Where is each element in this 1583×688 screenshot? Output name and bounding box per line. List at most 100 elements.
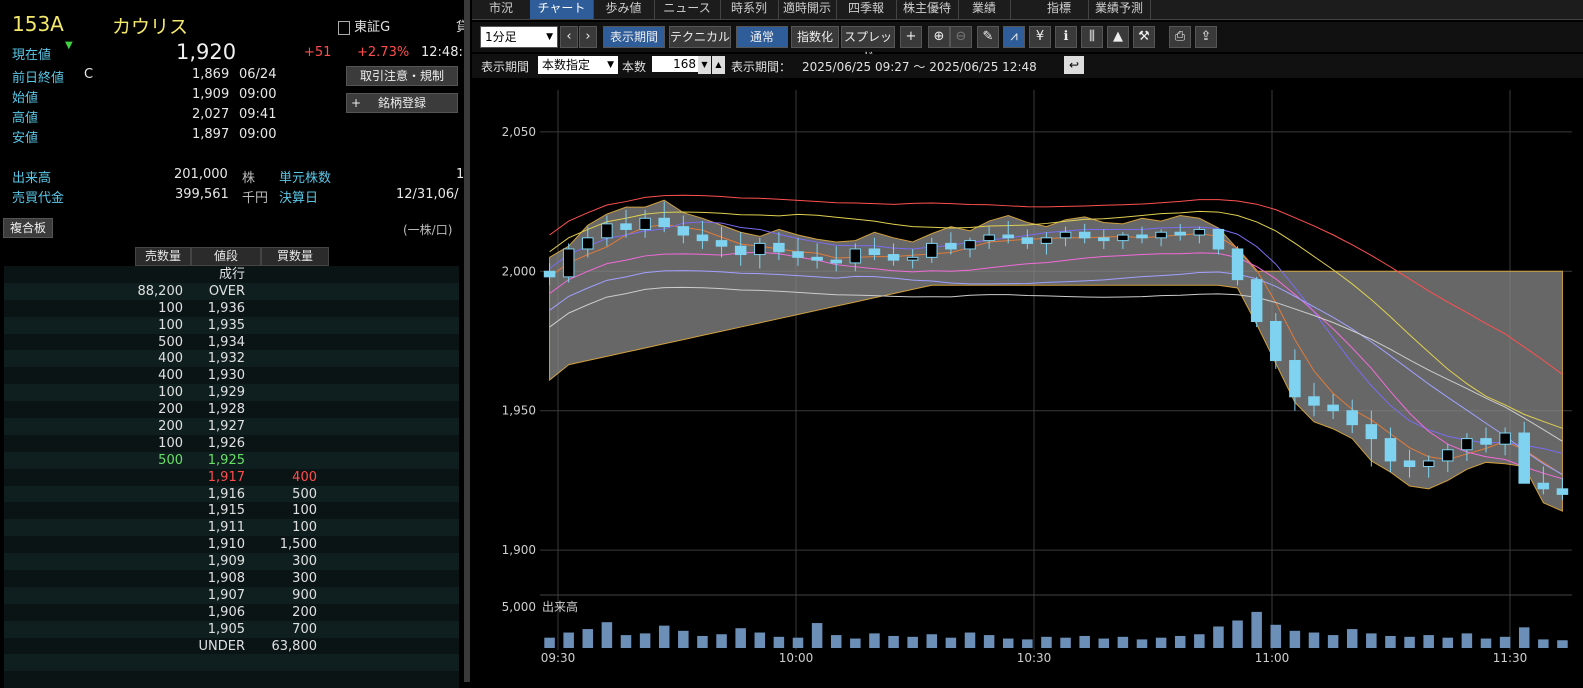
yen-button[interactable]: ¥ <box>1029 26 1051 48</box>
tab-4[interactable]: 時系列 <box>720 0 779 19</box>
board-price: 1,911 <box>207 520 245 536</box>
next-button[interactable]: › <box>579 26 597 48</box>
print-button[interactable]: ⎙ <box>1169 26 1191 48</box>
board-row[interactable]: 1,905 700 <box>4 620 459 638</box>
board-row-empty <box>4 654 459 672</box>
board-row[interactable]: 1,907 900 <box>4 586 459 604</box>
candle-body <box>754 242 766 256</box>
zoom-in-button[interactable]: ⊕ <box>928 26 950 48</box>
candle-body <box>1193 228 1206 236</box>
reset-button[interactable]: ↩ <box>1064 56 1084 74</box>
period-button[interactable]: 表示期間 <box>603 26 665 48</box>
tab-6[interactable]: 四季報 <box>836 0 897 19</box>
market-order-row[interactable]: 成行 <box>4 266 459 283</box>
board-price: 1,930 <box>207 368 245 384</box>
board-row[interactable]: 1,909 300 <box>4 553 459 571</box>
candle-button[interactable]: ⫼ <box>1081 26 1103 48</box>
board-tab[interactable]: 複合板 <box>3 218 53 238</box>
index-button[interactable]: 指数化 <box>791 26 839 48</box>
technical-button[interactable]: テクニカル <box>669 26 731 48</box>
board-price: 1,907 <box>207 587 245 603</box>
interval-select[interactable]: 1分足 ▼ <box>480 26 558 48</box>
board-row[interactable]: UNDER 63,800 <box>4 637 459 655</box>
settings-button[interactable]: ⚒ <box>1133 26 1155 48</box>
add-button[interactable]: + <box>900 26 922 48</box>
price-chart[interactable]: 2,050 2,000 1,950 1,900 09:30 10:00 10:30 11:00… <box>472 80 1583 682</box>
candle-body <box>983 234 995 242</box>
tab-10[interactable]: 業績予測 <box>1088 0 1151 19</box>
zoom-out-button[interactable]: ⊖ <box>950 26 972 48</box>
normal-button[interactable]: 通常 <box>736 26 788 48</box>
board-row[interactable]: 100 1,936 <box>4 299 459 317</box>
candle-body <box>1270 320 1282 362</box>
draw-button[interactable]: ✎ <box>977 26 999 48</box>
chevron-right-icon: › <box>585 29 591 44</box>
board-row[interactable]: 100 1,926 <box>4 434 459 452</box>
count-up-button[interactable]: ▲ <box>712 56 725 74</box>
market-order-label: 成行 <box>218 267 245 282</box>
board-row[interactable]: 1,906 200 <box>4 603 459 621</box>
board-row[interactable]: 200 1,927 <box>4 418 459 435</box>
candle-body <box>639 217 651 230</box>
board-row[interactable]: 400 1,930 <box>4 367 459 385</box>
tab-0[interactable]: 市況 <box>472 0 531 19</box>
board-price: OVER <box>208 283 245 299</box>
detail-time: 09:00 <box>239 87 277 102</box>
sell-qty: 200 <box>158 402 183 418</box>
current-price: 1,920 <box>176 40 237 64</box>
buy-qty: 900 <box>292 587 317 603</box>
board-row[interactable]: 100 1,935 <box>4 316 459 334</box>
amount-label: 売買代金 <box>12 191 65 206</box>
line-button[interactable]: ⩘ <box>1003 26 1025 48</box>
board-row[interactable]: 400 1,932 <box>4 350 459 368</box>
register-stock-button[interactable]: + 銘柄登録 <box>346 93 458 113</box>
period-label: 表示期間 <box>481 60 530 74</box>
tab-5[interactable]: 適時開示 <box>778 0 837 19</box>
count-input[interactable] <box>652 56 700 72</box>
board-row[interactable]: 100 1,929 <box>4 384 459 402</box>
buy-qty: 200 <box>292 604 317 620</box>
board-row[interactable]: 1,908 300 <box>4 570 459 587</box>
board-row[interactable]: 88,200 OVER <box>4 282 459 300</box>
volume-bar <box>888 635 899 648</box>
export-button[interactable]: ⇪ <box>1195 26 1217 48</box>
zoom-out-icon: ⊖ <box>955 29 967 44</box>
line-chart-icon: ⩘ <box>1010 29 1018 44</box>
tab-2[interactable]: 歩み値 <box>593 0 655 19</box>
tab-9[interactable]: 指標 <box>1030 0 1089 19</box>
board-row[interactable]: 1,915 100 <box>4 502 459 520</box>
board-row[interactable]: 1,917 400 <box>4 468 459 486</box>
tab-1[interactable]: チャート <box>530 0 594 19</box>
pencil-icon: ✎ <box>982 29 994 44</box>
tab-8[interactable]: 業績 <box>958 0 1011 19</box>
volume-bar <box>1002 638 1014 648</box>
interval-value: 1分足 <box>485 30 517 44</box>
board-row[interactable]: 500 1,925 <box>4 451 459 469</box>
board-row[interactable]: 1,910 1,500 <box>4 536 459 554</box>
candle-body <box>696 234 709 242</box>
count-down-button[interactable]: ▼ <box>698 56 711 74</box>
area-button[interactable]: ▲ <box>1107 26 1129 48</box>
board-row[interactable]: 500 1,934 <box>4 333 459 351</box>
trading-notice-button[interactable]: 取引注意・規制 <box>346 66 458 86</box>
period-mode-select[interactable]: 本数指定 ▼ <box>538 56 618 74</box>
board-row[interactable]: 200 1,928 <box>4 401 459 419</box>
info-button[interactable]: ℹ <box>1055 26 1077 48</box>
candle-body <box>715 240 728 247</box>
candle-body <box>1231 248 1244 281</box>
chart-svg[interactable]: 2,050 2,000 1,950 1,900 09:30 10:00 10:30 11:00… <box>472 80 1583 682</box>
panel-divider[interactable] <box>464 0 470 682</box>
prev-button[interactable]: ‹ <box>560 26 578 48</box>
detail-time: 06/24 <box>239 67 277 82</box>
tab-7[interactable]: 株主優待 <box>896 0 959 19</box>
spread-button[interactable]: スプレッド <box>841 26 895 64</box>
detail-value: 1,869 <box>192 67 230 82</box>
candle-body <box>582 237 594 250</box>
volume-bar <box>1404 636 1415 648</box>
board-row[interactable]: 1,916 500 <box>4 485 459 503</box>
tab-3[interactable]: ニュース <box>654 0 721 19</box>
wrench-icon: ⚒ <box>1138 29 1150 44</box>
board-row[interactable]: 1,911 100 <box>4 519 459 537</box>
detail-time: 09:41 <box>239 107 277 122</box>
detail-mark: C <box>84 67 94 82</box>
